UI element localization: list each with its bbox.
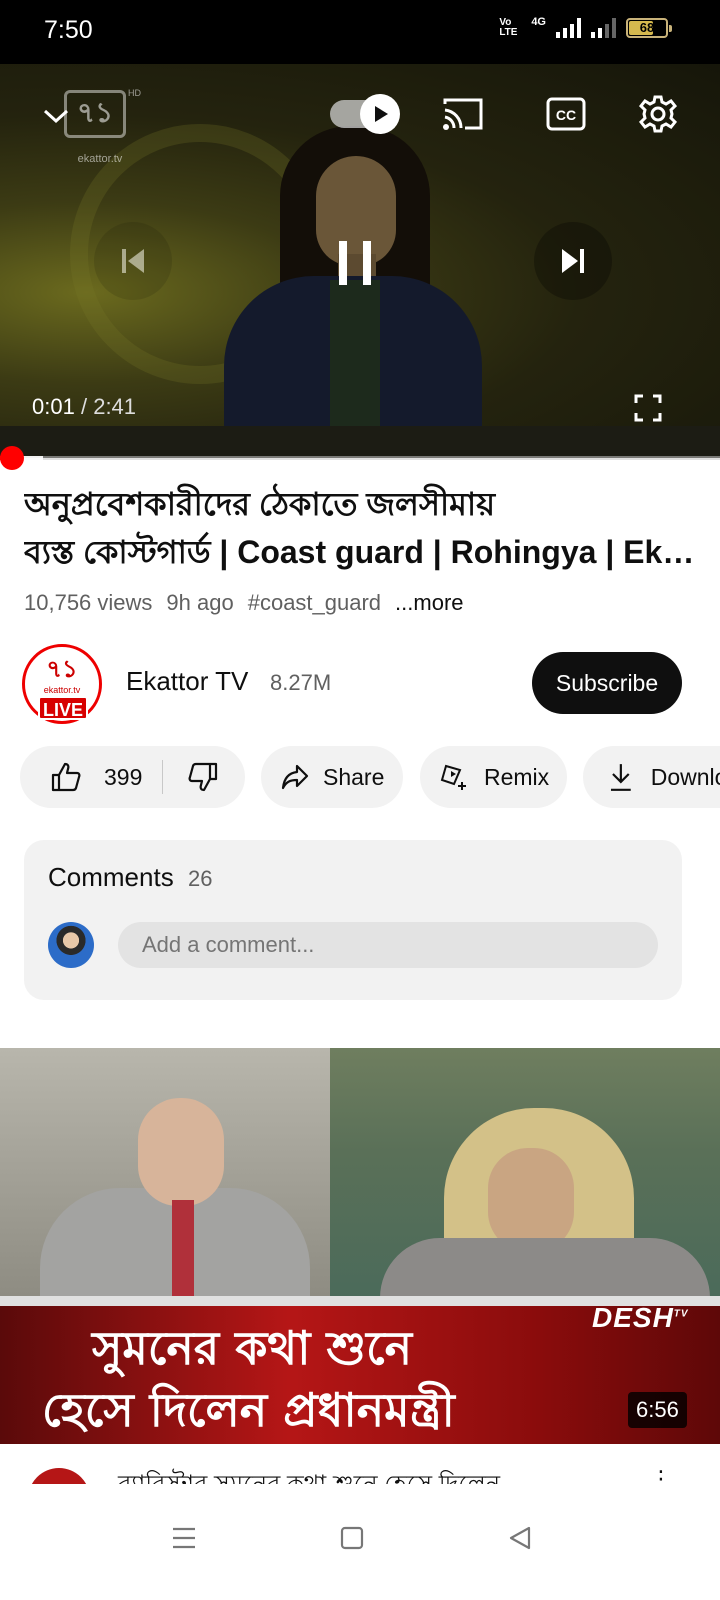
home-square-icon bbox=[340, 1526, 364, 1550]
time-display: 0:01 / 2:41 bbox=[32, 394, 136, 420]
share-label: Share bbox=[323, 763, 385, 790]
avatar-logo-text: ৭১ bbox=[46, 656, 78, 683]
chevron-down-icon bbox=[43, 109, 69, 124]
subscriber-count: 8.27M bbox=[270, 670, 332, 695]
download-icon bbox=[610, 764, 631, 791]
battery-level: 68 bbox=[639, 20, 655, 35]
desh-logo-sup: TV bbox=[673, 1308, 689, 1320]
previous-icon bbox=[122, 249, 144, 273]
status-icons: Vo LTE 4G 68 bbox=[499, 16, 672, 38]
pause-button[interactable] bbox=[312, 220, 398, 306]
desh-tv-logo: DESHTV bbox=[592, 1302, 689, 1334]
watermark-logo-text: ৭১ bbox=[76, 97, 114, 128]
video-metadata[interactable]: 10,756 views 9h ago #coast_guard ...more bbox=[24, 590, 464, 616]
download-label: Download bbox=[650, 763, 720, 790]
time-separator: / bbox=[80, 394, 88, 419]
channel-name[interactable]: Ekattor TV bbox=[126, 666, 248, 697]
comments-heading: Comments bbox=[48, 862, 174, 892]
scrubber-handle[interactable] bbox=[0, 446, 24, 470]
menu-icon bbox=[173, 1527, 195, 1549]
previous-button[interactable] bbox=[94, 222, 172, 300]
download-button[interactable]: Download bbox=[583, 746, 720, 808]
view-count: 10,756 views bbox=[24, 590, 153, 615]
dislike-button[interactable] bbox=[163, 761, 219, 793]
cast-button[interactable] bbox=[440, 94, 486, 134]
comments-section[interactable]: Comments 26 bbox=[24, 840, 682, 1000]
remix-button[interactable]: Remix bbox=[420, 746, 567, 808]
battery-icon: 68 bbox=[626, 18, 672, 38]
next-video-info[interactable]: ব্যারিস্টার সুমনের কথা শুনে হেসে দিলেন ⋮ bbox=[0, 1460, 720, 1484]
subscribe-button[interactable]: Subscribe bbox=[532, 652, 682, 714]
current-time: 0:01 bbox=[32, 394, 75, 419]
comments-count: 26 bbox=[188, 866, 213, 891]
network-type: 4G bbox=[531, 16, 546, 28]
remix-icon bbox=[440, 764, 466, 790]
autoplay-toggle-icon bbox=[360, 94, 400, 134]
pause-icon bbox=[339, 241, 371, 285]
signal-icon-2 bbox=[591, 18, 616, 38]
next-video-thumbnail[interactable]: সুমনের কথা শুনে হেসে দিলেন প্রধানমন্ত্রী… bbox=[0, 1048, 720, 1444]
watermark-hd: HD bbox=[128, 88, 141, 98]
more-button[interactable]: ...more bbox=[395, 590, 463, 616]
avatar-sub-text: ekattor.tv bbox=[43, 685, 81, 695]
fullscreen-button[interactable] bbox=[630, 390, 666, 426]
watermark-sub: ekattor.tv bbox=[77, 153, 123, 165]
next-icon bbox=[562, 249, 584, 273]
progress-bar[interactable] bbox=[0, 456, 720, 460]
cast-icon bbox=[443, 98, 483, 130]
next-button[interactable] bbox=[534, 222, 612, 300]
like-dislike-chip: 399 bbox=[20, 746, 245, 808]
share-icon bbox=[281, 764, 309, 790]
video-duration: 2:41 bbox=[93, 394, 137, 419]
video-title-line2: ব্যস্ত কোস্টগার্ড | Coast guard | Rohing… bbox=[24, 534, 700, 570]
thumbnail-woman-face bbox=[488, 1148, 574, 1252]
settings-button[interactable] bbox=[636, 92, 680, 136]
system-navigation-bar bbox=[0, 1484, 720, 1600]
duration-badge: 6:56 bbox=[628, 1392, 687, 1428]
hashtag-link[interactable]: #coast_guard bbox=[248, 590, 381, 616]
volte-indicator: Vo LTE bbox=[499, 17, 518, 38]
captions-button[interactable]: CC bbox=[544, 94, 588, 134]
recent-apps-button[interactable] bbox=[154, 1508, 214, 1568]
like-button[interactable]: 399 bbox=[20, 761, 162, 793]
thumbs-up-icon bbox=[51, 762, 81, 792]
video-title[interactable]: অনুপ্রবেশকারীদের ঠেকাতে জলসীমায় ব্যস্ত … bbox=[24, 480, 700, 576]
thumbs-down-icon bbox=[188, 762, 218, 792]
like-count: 399 bbox=[104, 763, 143, 790]
studio-desk bbox=[0, 426, 720, 458]
video-player[interactable]: ৭১ ekattor.tv HD CC 0:01 / 2:41 bbox=[0, 64, 720, 458]
cc-icon: CC bbox=[546, 97, 586, 131]
desh-logo-text: DESH bbox=[592, 1302, 674, 1333]
home-button[interactable] bbox=[322, 1508, 382, 1568]
autoplay-toggle[interactable] bbox=[330, 92, 400, 136]
thumbnail-man-head bbox=[138, 1098, 224, 1206]
settings-icon bbox=[638, 95, 678, 133]
status-time: 7:50 bbox=[44, 16, 93, 44]
thumbnail-caption-line2: হেসে দিলেন প্রধানমন্ত্রী bbox=[42, 1383, 455, 1437]
live-badge: LIVE bbox=[38, 696, 88, 720]
cc-label: CC bbox=[556, 107, 576, 123]
remix-label: Remix bbox=[484, 763, 550, 790]
user-avatar bbox=[48, 922, 94, 968]
next-video-channel-avatar[interactable] bbox=[28, 1468, 90, 1484]
signal-icon bbox=[556, 18, 581, 38]
video-title-line1: অনুপ্রবেশকারীদের ঠেকাতে জলসীমায় bbox=[24, 486, 496, 522]
back-triangle-icon bbox=[509, 1526, 531, 1550]
thumbnail-man-tie bbox=[172, 1200, 194, 1310]
collapse-button[interactable] bbox=[36, 96, 76, 136]
fullscreen-icon bbox=[634, 394, 662, 422]
status-bar: 7:50 Vo LTE 4G 68 bbox=[0, 0, 720, 64]
share-button[interactable]: Share bbox=[261, 746, 403, 808]
next-video-title: ব্যারিস্টার সুমনের কথা শুনে হেসে দিলেন bbox=[118, 1466, 500, 1484]
upload-age: 9h ago bbox=[166, 590, 234, 615]
back-button[interactable] bbox=[490, 1508, 550, 1568]
add-comment-input[interactable] bbox=[118, 922, 658, 968]
more-options-icon[interactable]: ⋮ bbox=[650, 1466, 672, 1484]
